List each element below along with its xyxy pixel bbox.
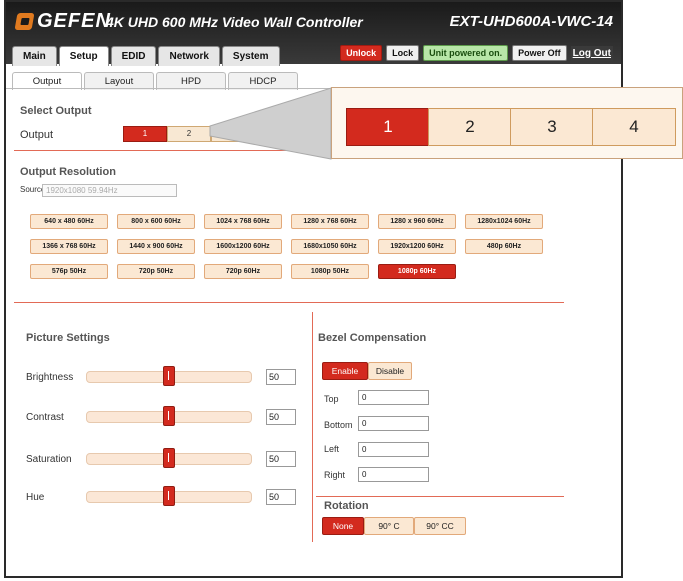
zoom-callout-wedge [209, 87, 332, 160]
zoomed-output-option-1[interactable]: 1 [346, 108, 430, 146]
zoomed-output-option-2[interactable]: 2 [428, 108, 512, 146]
zoomed-output-selector: 1 2 3 4 [331, 87, 683, 159]
zoomed-output-option-3[interactable]: 3 [510, 108, 594, 146]
zoomed-output-option-4[interactable]: 4 [592, 108, 676, 146]
